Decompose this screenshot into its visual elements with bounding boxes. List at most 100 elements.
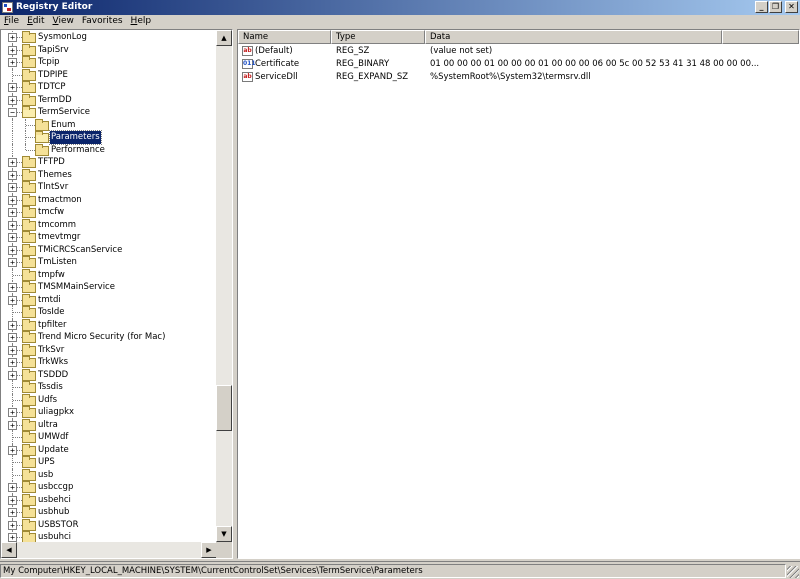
menu-help[interactable]: Help — [127, 15, 156, 28]
column-header-name[interactable]: Name — [238, 30, 331, 44]
tree-item-label[interactable]: UMWdf — [37, 431, 69, 444]
tree-item-label[interactable]: usbhub — [37, 506, 70, 519]
tree-item[interactable]: + usbehci — [1, 493, 218, 506]
tree-item-label[interactable]: TapiSrv — [37, 44, 70, 57]
tree-item[interactable]: Enum — [1, 118, 218, 132]
tree-item-label[interactable]: TrkWks — [37, 356, 69, 369]
tree-item-label[interactable]: SysmonLog — [37, 31, 88, 44]
tree-item-label[interactable]: tmcomm — [37, 219, 77, 232]
tree-item[interactable]: + usbhub — [1, 506, 218, 519]
tree-item-label[interactable]: Performance — [50, 144, 106, 157]
tree-item[interactable]: + tmactmon — [1, 193, 218, 207]
list-item[interactable]: ab (Default) REG_SZ (value not set) — [238, 45, 799, 58]
column-header-type[interactable]: Type — [331, 30, 425, 44]
resize-grip[interactable] — [787, 566, 799, 578]
tree-item[interactable]: Udfs — [1, 393, 218, 407]
expand-icon[interactable]: + — [8, 208, 17, 217]
tree-item[interactable]: Performance — [1, 143, 218, 157]
tree-item[interactable]: + SysmonLog — [1, 31, 218, 44]
expand-icon[interactable]: + — [8, 295, 17, 305]
tree-horizontal-scrollbar[interactable]: ◀ ▶ — [1, 542, 217, 558]
tree-item-label[interactable]: Enum — [50, 119, 76, 132]
expand-icon[interactable]: + — [8, 495, 17, 505]
tree-item[interactable]: + ultra — [1, 418, 218, 431]
tree-item[interactable]: + tmtdi — [1, 293, 218, 306]
tree-item[interactable]: Parameters — [1, 130, 218, 145]
tree-item[interactable]: Tssdis — [1, 381, 218, 394]
expand-icon[interactable]: + — [8, 158, 17, 167]
tree-item-label[interactable]: tmactmon — [37, 194, 83, 207]
tree-item-label[interactable]: tmevtmgr — [37, 231, 81, 244]
tree-item[interactable]: + tpfilter — [1, 318, 218, 332]
tree-item[interactable]: + tmevtmgr — [1, 231, 218, 244]
tree-item[interactable]: + TrkWks — [1, 356, 218, 369]
tree-item[interactable]: + uliagpkx — [1, 406, 218, 419]
expand-icon[interactable]: + — [8, 258, 17, 267]
expand-icon[interactable]: + — [8, 345, 17, 355]
tree-item-label[interactable]: tmpfw — [37, 269, 66, 282]
tree-item[interactable]: tmpfw — [1, 268, 218, 282]
menu-view[interactable]: View — [49, 15, 78, 28]
tree-item[interactable]: + Themes — [1, 168, 218, 182]
tree-item[interactable]: + TMiCRCScanService — [1, 243, 218, 256]
tree-item[interactable]: + TFTPD — [1, 156, 218, 169]
tree-item-label[interactable]: usbccgp — [37, 481, 74, 494]
tree-item-label[interactable]: TosIde — [37, 306, 66, 319]
expand-icon[interactable]: + — [8, 408, 17, 417]
tree-item[interactable]: + TmListen — [1, 256, 218, 269]
scroll-right-button[interactable]: ▶ — [201, 542, 217, 558]
menu-file[interactable]: File — [0, 15, 23, 28]
tree-item[interactable]: TosIde — [1, 306, 218, 319]
expand-icon[interactable]: + — [8, 370, 17, 380]
tree-item-label[interactable]: TermService — [37, 106, 91, 119]
expand-icon[interactable]: + — [8, 170, 17, 180]
tree-item-label[interactable]: Tssdis — [37, 381, 64, 394]
tree-item[interactable]: + TrkSvr — [1, 343, 218, 356]
restore-button[interactable]: ❐ — [769, 1, 782, 13]
tree-item[interactable]: + TapiSrv — [1, 43, 218, 57]
expand-icon[interactable]: + — [8, 95, 17, 105]
tree-item[interactable]: + tmcfw — [1, 206, 218, 219]
expand-icon[interactable]: + — [8, 183, 17, 192]
tree-item-label[interactable]: TlntSvr — [37, 181, 69, 194]
expand-icon[interactable]: + — [8, 533, 17, 542]
tree-item-label[interactable]: TFTPD — [37, 156, 66, 169]
scroll-up-button[interactable]: ▲ — [216, 30, 232, 46]
expand-icon[interactable]: + — [8, 58, 17, 67]
tree-item[interactable]: TDPIPE — [1, 68, 218, 82]
tree-vertical-scrollbar[interactable]: ▲ ▼ — [216, 30, 232, 542]
tree-item[interactable]: − TermService — [1, 106, 218, 119]
expand-icon[interactable]: + — [8, 358, 17, 367]
expand-icon[interactable]: + — [8, 333, 17, 342]
expand-icon[interactable]: + — [8, 520, 17, 530]
expand-icon[interactable]: + — [8, 508, 17, 517]
tree-item-label[interactable]: Udfs — [37, 394, 58, 407]
tree-item-label[interactable]: TDPIPE — [37, 69, 69, 82]
tree-item[interactable]: + Trend Micro Security (for Mac) — [1, 331, 218, 344]
tree-item-label[interactable]: Trend Micro Security (for Mac) — [37, 331, 166, 344]
tree-item[interactable]: + usbccgp — [1, 481, 218, 494]
tree-item-label[interactable]: TermDD — [37, 94, 73, 107]
tree-item-label[interactable]: TMSMMainService — [37, 281, 116, 294]
tree-item-label[interactable]: tpfilter — [37, 319, 68, 332]
expand-icon[interactable]: + — [8, 420, 17, 430]
tree-item-label[interactable]: Themes — [37, 169, 73, 182]
values-list[interactable]: Name Type Data ab (Default) REG_SZ (valu… — [237, 29, 800, 559]
title-bar[interactable]: Registry Editor _ ❐ ✕ — [0, 0, 800, 15]
tree-item[interactable]: usb — [1, 468, 218, 482]
tree-item-label[interactable]: usb — [37, 469, 54, 482]
tree-item-label[interactable]: uliagpkx — [37, 406, 75, 419]
column-header-data[interactable]: Data — [425, 30, 722, 44]
expand-icon[interactable]: + — [8, 233, 17, 242]
menu-edit[interactable]: Edit — [23, 15, 48, 28]
expand-icon[interactable]: + — [8, 445, 17, 455]
tree-item[interactable]: + Tcpip — [1, 56, 218, 69]
scroll-down-button[interactable]: ▼ — [216, 526, 232, 542]
list-item[interactable]: ab ServiceDll REG_EXPAND_SZ %SystemRoot%… — [238, 71, 799, 84]
scroll-left-button[interactable]: ◀ — [1, 542, 17, 558]
tree-item-label[interactable]: TDTCP — [37, 81, 67, 94]
expand-icon[interactable]: + — [8, 33, 17, 42]
tree-item[interactable]: UMWdf — [1, 431, 218, 444]
tree-item-label[interactable]: TSDDD — [37, 369, 69, 382]
menu-favorites[interactable]: Favorites — [78, 15, 127, 28]
